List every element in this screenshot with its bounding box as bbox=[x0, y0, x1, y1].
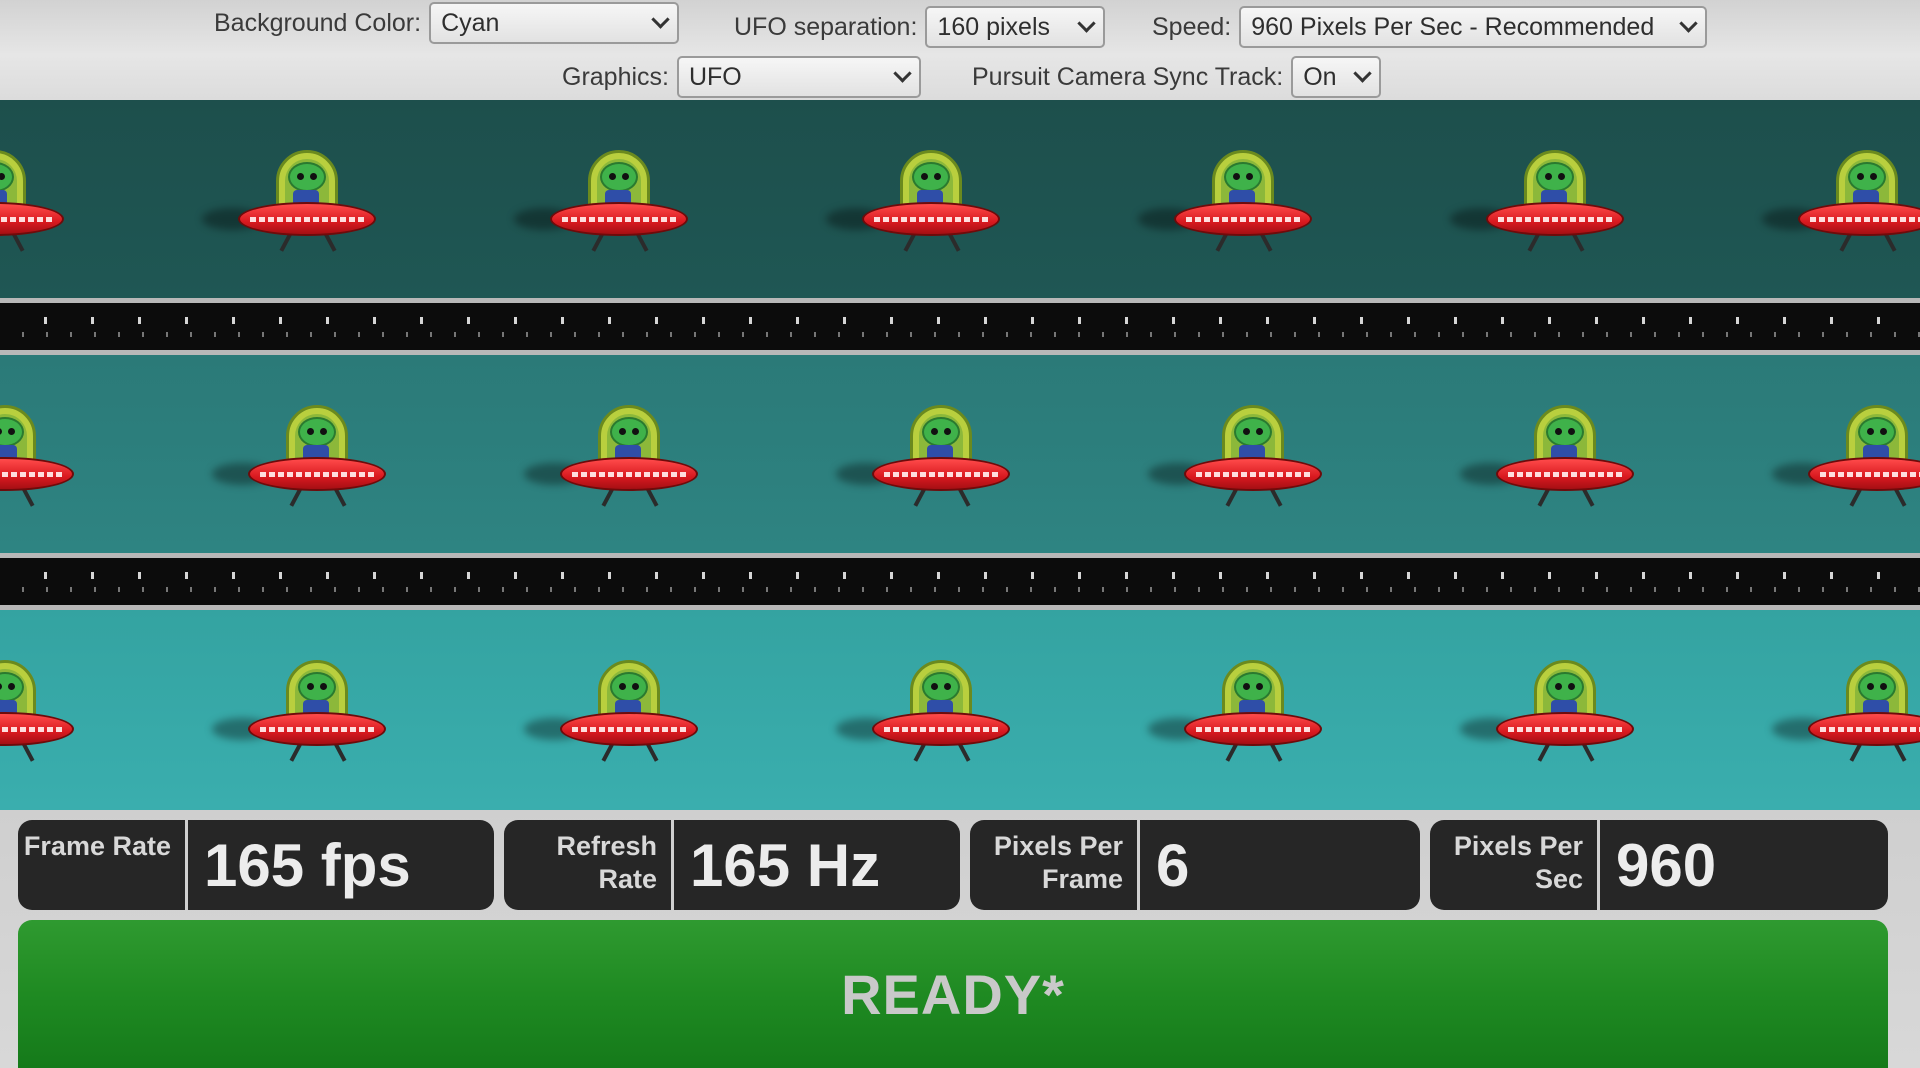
ufo-icon bbox=[212, 654, 392, 766]
ufo-icon bbox=[0, 144, 70, 256]
ufo-lane bbox=[0, 610, 1920, 810]
pixels-per-frame-label: Pixels Per Frame bbox=[970, 820, 1140, 910]
ufo-icon bbox=[826, 144, 1006, 256]
background-color-value: Cyan bbox=[441, 8, 500, 37]
ufo-separation-label: UFO separation: bbox=[734, 12, 918, 41]
ufo-icon bbox=[836, 654, 1016, 766]
ufo-lane bbox=[0, 355, 1920, 553]
graphics-select[interactable]: UFO bbox=[676, 56, 921, 98]
stats-panel: Frame Rate 165 fps Refresh Rate 165 Hz P… bbox=[0, 810, 1920, 1068]
ufo-icon bbox=[836, 399, 1016, 511]
ufo-icon bbox=[1450, 144, 1630, 256]
chevron-down-icon bbox=[1077, 14, 1097, 33]
frame-rate-value: 165 fps bbox=[204, 831, 411, 899]
ufo-icon bbox=[0, 399, 80, 511]
sync-track bbox=[0, 553, 1920, 610]
pixels-per-sec-value: 960 bbox=[1616, 831, 1717, 899]
background-color-select[interactable]: Cyan bbox=[429, 2, 680, 44]
ufo-separation-control: UFO separation: 160 pixels bbox=[734, 6, 1106, 48]
chevron-down-icon bbox=[1353, 64, 1372, 83]
speed-value: 960 Pixels Per Sec - Recommended bbox=[1251, 12, 1655, 41]
frame-rate-stat: Frame Rate 165 fps bbox=[18, 820, 494, 910]
sync-track bbox=[0, 298, 1920, 355]
pixels-per-sec-stat: Pixels Per Sec 960 bbox=[1430, 820, 1888, 910]
ufo-icon bbox=[212, 399, 392, 511]
speed-control: Speed: 960 Pixels Per Sec - Recommended bbox=[1152, 6, 1708, 48]
speed-label: Speed: bbox=[1152, 12, 1232, 41]
background-color-control: Background Color: Cyan bbox=[214, 2, 680, 44]
status-bar: READY* bbox=[18, 920, 1888, 1068]
ufo-icon bbox=[524, 399, 704, 511]
status-text: READY* bbox=[841, 962, 1065, 1026]
speed-select[interactable]: 960 Pixels Per Sec - Recommended bbox=[1239, 6, 1708, 48]
graphics-label: Graphics: bbox=[562, 62, 669, 91]
ufo-icon bbox=[1772, 654, 1920, 766]
ufo-icon bbox=[1148, 399, 1328, 511]
pursuit-camera-select[interactable]: On bbox=[1291, 56, 1382, 98]
graphics-value: UFO bbox=[688, 62, 742, 91]
ufo-separation-value: 160 pixels bbox=[937, 12, 1050, 41]
chevron-down-icon bbox=[1679, 14, 1698, 33]
ufo-icon bbox=[514, 144, 694, 256]
ufo-icon bbox=[1762, 144, 1920, 256]
refresh-rate-label: Refresh Rate bbox=[504, 820, 674, 910]
pursuit-camera-control: Pursuit Camera Sync Track: On bbox=[972, 56, 1382, 98]
ufo-icon bbox=[1460, 654, 1640, 766]
ufo-icon bbox=[0, 654, 80, 766]
settings-panel: Background Color: Cyan UFO separation: 1… bbox=[0, 0, 1920, 100]
ufo-icon bbox=[1148, 654, 1328, 766]
pursuit-camera-label: Pursuit Camera Sync Track: bbox=[972, 62, 1284, 91]
pursuit-camera-value: On bbox=[1303, 62, 1337, 91]
ufo-separation-select[interactable]: 160 pixels bbox=[925, 6, 1106, 48]
chevron-down-icon bbox=[893, 64, 912, 83]
pixels-per-sec-label: Pixels Per Sec bbox=[1430, 820, 1600, 910]
refresh-rate-stat: Refresh Rate 165 Hz bbox=[504, 820, 960, 910]
pixels-per-frame-stat: Pixels Per Frame 6 bbox=[970, 820, 1420, 910]
ufo-icon bbox=[202, 144, 382, 256]
graphics-control: Graphics: UFO bbox=[562, 56, 921, 98]
ufo-icon bbox=[1138, 144, 1318, 256]
chevron-down-icon bbox=[651, 10, 670, 29]
refresh-rate-value: 165 Hz bbox=[690, 831, 881, 899]
ufo-icon bbox=[1460, 399, 1640, 511]
ufo-lane bbox=[0, 100, 1920, 298]
pixels-per-frame-value: 6 bbox=[1156, 831, 1190, 899]
frame-rate-label: Frame Rate bbox=[18, 820, 188, 910]
background-color-label: Background Color: bbox=[214, 8, 422, 37]
ufo-icon bbox=[1772, 399, 1920, 511]
ufo-icon bbox=[524, 654, 704, 766]
